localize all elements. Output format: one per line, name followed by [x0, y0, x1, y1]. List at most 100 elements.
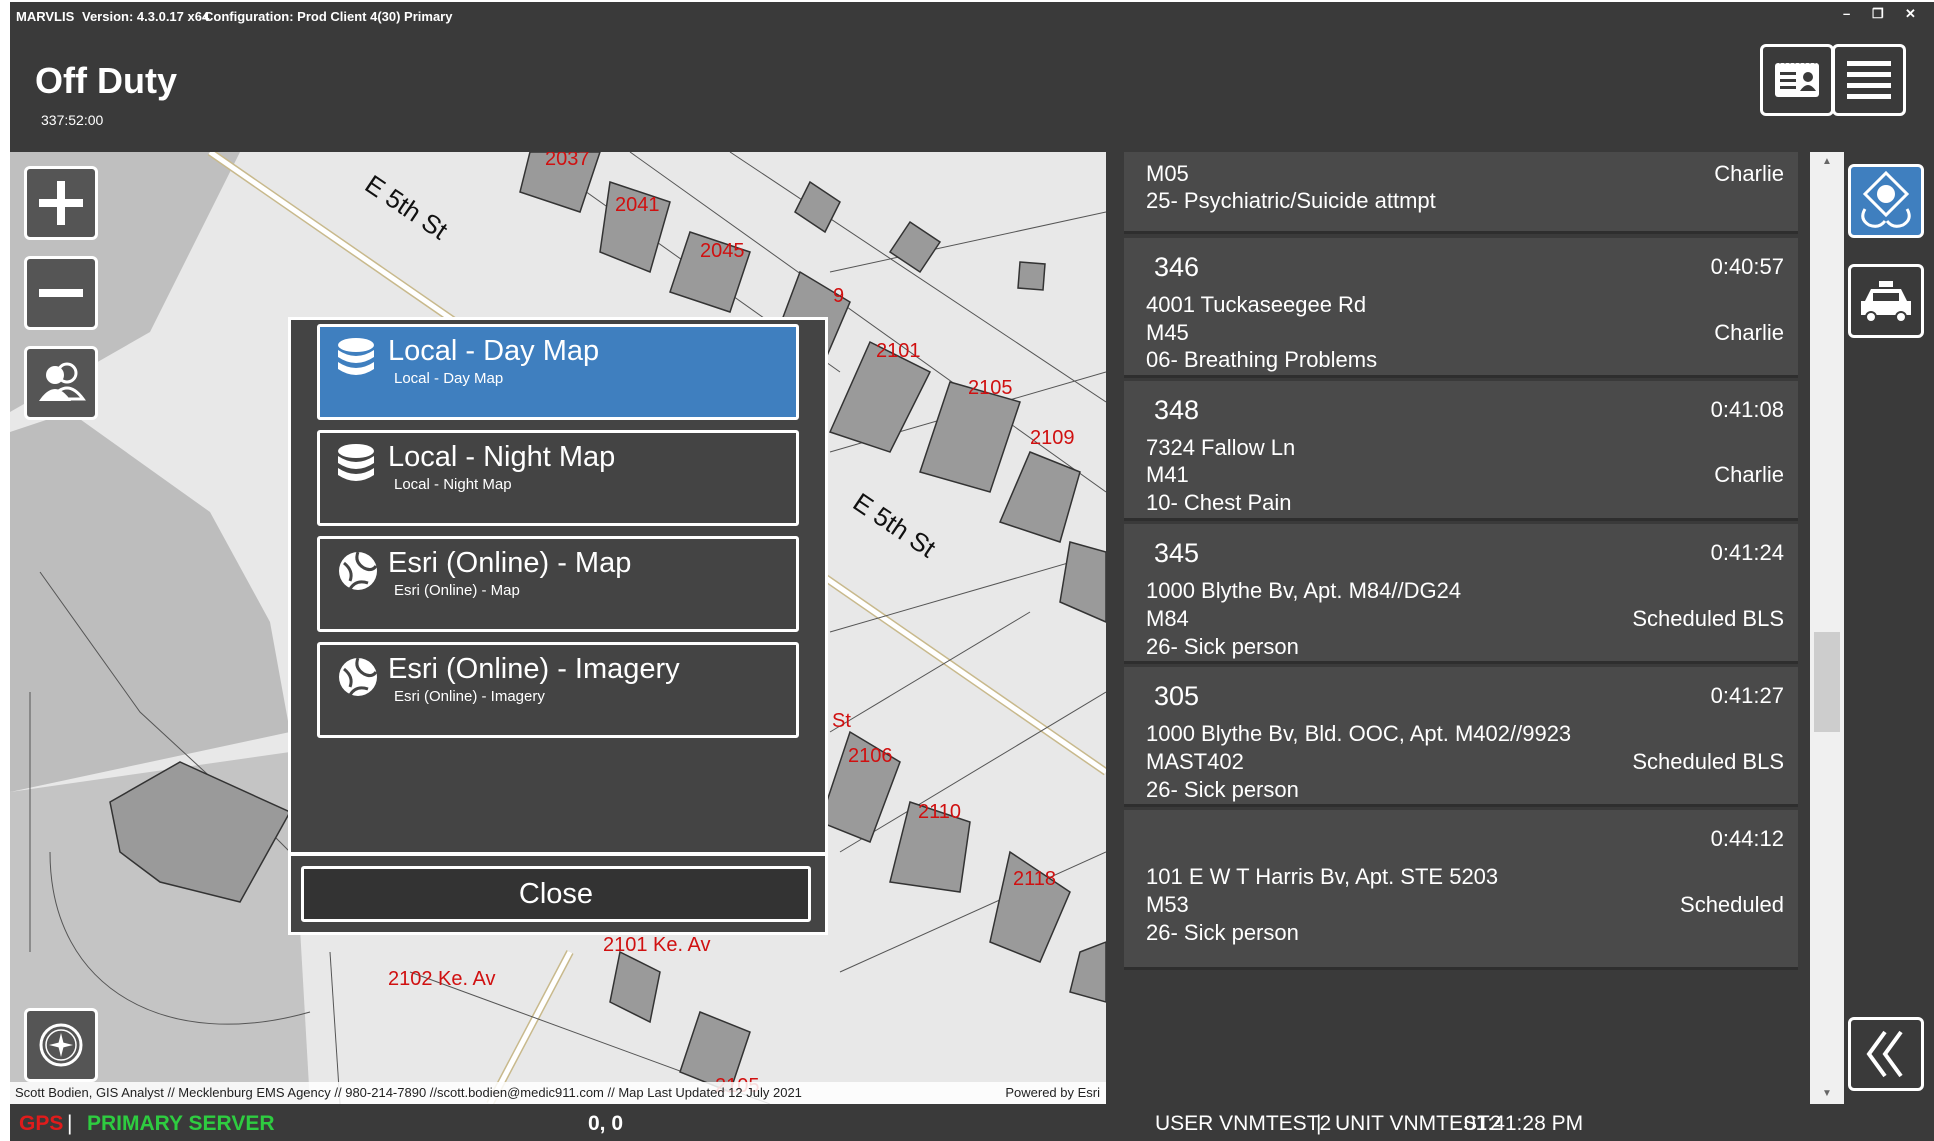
- incident-shift: Scheduled: [1680, 892, 1784, 917]
- incident-nature: 10- Chest Pain: [1146, 490, 1292, 515]
- incident-nature: 06- Breathing Problems: [1146, 347, 1378, 372]
- incident-elapsed: 0:41:08: [1710, 397, 1784, 422]
- incident-number: 348: [1154, 395, 1200, 425]
- incident-shift: Scheduled BLS: [1632, 749, 1784, 774]
- basemap-option-esri-map[interactable]: Esri (Online) - Map Esri (Online) - Map: [317, 536, 799, 632]
- basemap-option-local-day[interactable]: Local - Day Map Local - Day Map: [317, 324, 799, 420]
- collapse-panel-button[interactable]: [1848, 1017, 1924, 1091]
- plus-icon: [39, 181, 83, 225]
- incident-card[interactable]: M05 Charlie 25- Psychiatric/Suicide attm…: [1124, 152, 1798, 234]
- scroll-up-icon[interactable]: ▲: [1818, 156, 1836, 168]
- parcel-label: 2118: [1013, 868, 1057, 890]
- app-configuration: Configuration: Prod Client 4(30) Primary: [204, 9, 453, 24]
- compass-icon: [39, 1023, 83, 1067]
- header: Off Duty 337:52:00: [10, 28, 1934, 152]
- basemap-option-esri-imagery[interactable]: Esri (Online) - Imagery Esri (Online) - …: [317, 642, 799, 738]
- incident-address: 1000 Blythe Bv, Apt. M84//DG24: [1146, 578, 1462, 603]
- option-title: Local - Day Map: [388, 335, 600, 367]
- double-chevron-left-icon: [1866, 1030, 1903, 1078]
- scroll-down-icon[interactable]: ▼: [1818, 1088, 1836, 1100]
- incident-address: 101 E W T Harris Bv, Apt. STE 5203: [1146, 864, 1499, 889]
- unit-status-title[interactable]: Off Duty: [35, 60, 177, 102]
- incident-number: 305: [1154, 681, 1200, 711]
- option-subtitle: Local - Night Map: [394, 476, 512, 493]
- close-button[interactable]: Close: [301, 866, 811, 922]
- contact-card-button[interactable]: [1760, 44, 1834, 116]
- incident-shift: Scheduled BLS: [1632, 606, 1784, 631]
- parcel-label: 2045: [700, 240, 745, 262]
- parcel-label: 2102 Ke. Av: [388, 968, 496, 990]
- option-subtitle: Esri (Online) - Map: [394, 582, 520, 599]
- incident-list-scrollbar[interactable]: ▲ ▼: [1810, 152, 1844, 1104]
- parcel-label: 2105: [968, 377, 1013, 399]
- basemap-option-local-night[interactable]: Local - Night Map Local - Night Map: [317, 430, 799, 526]
- app-version: Version: 4.3.0.17 x64: [82, 9, 210, 24]
- people-icon: [39, 362, 86, 401]
- incident-shift: Charlie: [1714, 161, 1784, 186]
- incident-unit: M84: [1146, 606, 1189, 631]
- option-title: Local - Night Map: [388, 441, 616, 473]
- incident-elapsed: 0:41:27: [1710, 683, 1784, 708]
- incident-unit: M05: [1146, 161, 1189, 186]
- incident-card[interactable]: 348 0:41:08 7324 Fallow Ln M41 Charlie 1…: [1124, 381, 1798, 521]
- siren-icon: [1861, 170, 1911, 228]
- incident-elapsed: 0:41:24: [1710, 540, 1784, 565]
- incident-address: 1000 Blythe Bv, Bld. OOC, Apt. M402//992…: [1146, 721, 1572, 746]
- incident-unit: M45: [1146, 320, 1189, 345]
- incident-elapsed: 0:44:12: [1710, 826, 1784, 851]
- incident-number: 345: [1154, 538, 1200, 568]
- parcel-label: 2101: [876, 340, 921, 362]
- window-close-button[interactable]: ✕: [1905, 6, 1916, 22]
- incident-address: 4001 Tuckaseegee Rd: [1146, 292, 1367, 317]
- user-label: USER VNMTEST2: [1155, 1112, 1332, 1135]
- gps-coordinates: 0, 0: [588, 1112, 624, 1135]
- incident-card[interactable]: 346 0:40:57 4001 Tuckaseegee Rd M45 Char…: [1124, 238, 1798, 378]
- gps-indicator: GPS: [19, 1112, 64, 1135]
- vehicles-panel-button[interactable]: [1848, 264, 1924, 338]
- zoom-out-button[interactable]: [24, 256, 98, 330]
- incident-list[interactable]: M05 Charlie 25- Psychiatric/Suicide attm…: [1118, 152, 1798, 1104]
- scroll-thumb[interactable]: [1814, 632, 1840, 732]
- app-window: MARVLIS Version: 4.3.0.17 x64 Configurat…: [10, 2, 1934, 1141]
- powered-by-esri[interactable]: Powered by Esri: [1005, 1085, 1100, 1100]
- parcel-label: 2101 Ke. Av: [603, 934, 711, 956]
- dialog-divider: [291, 852, 825, 856]
- parcel-label: 2109: [1030, 427, 1075, 449]
- parcel-label: 2037: [545, 152, 590, 170]
- database-icon: [338, 338, 374, 375]
- hamburger-menu-icon: [1847, 61, 1891, 99]
- restore-button[interactable]: ❐: [1872, 6, 1884, 22]
- app-name: MARVLIS: [16, 9, 75, 24]
- option-subtitle: Local - Day Map: [394, 370, 504, 387]
- incident-unit: M41: [1146, 462, 1189, 487]
- option-subtitle: Esri (Online) - Imagery: [394, 688, 545, 705]
- compass-button[interactable]: [24, 1008, 98, 1082]
- globe-icon: [339, 657, 378, 696]
- main-menu-button[interactable]: [1832, 44, 1906, 116]
- incident-card[interactable]: 305 0:41:27 1000 Blythe Bv, Bld. OOC, Ap…: [1124, 667, 1798, 807]
- status-separator: |: [67, 1112, 73, 1135]
- minimize-button[interactable]: –: [1843, 6, 1850, 21]
- incident-card[interactable]: 345 0:41:24 1000 Blythe Bv, Apt. M84//DG…: [1124, 524, 1798, 664]
- incident-address: 7324 Fallow Ln: [1146, 435, 1296, 460]
- zoom-in-button[interactable]: [24, 166, 98, 240]
- units-layer-button[interactable]: [24, 346, 98, 420]
- incident-elapsed: 0:40:57: [1710, 254, 1784, 279]
- incidents-panel-button[interactable]: [1848, 164, 1924, 238]
- title-bar: MARVLIS Version: 4.3.0.17 x64 Configurat…: [10, 2, 1934, 28]
- street-label: St: [832, 710, 851, 732]
- parcel-label: 2041: [615, 194, 660, 216]
- option-title: Esri (Online) - Imagery: [388, 653, 680, 685]
- status-timer: 337:52:00: [41, 112, 104, 128]
- option-title: Esri (Online) - Map: [388, 547, 632, 579]
- incident-nature: 25- Psychiatric/Suicide attmpt: [1146, 188, 1436, 213]
- incident-nature: 26- Sick person: [1146, 777, 1299, 802]
- minus-icon: [39, 289, 83, 297]
- basemap-dialog: Local - Day Map Local - Day Map Local - …: [288, 317, 828, 935]
- clock: 01:41:28 PM: [1464, 1112, 1584, 1135]
- incident-shift: Charlie: [1714, 320, 1784, 345]
- incident-card[interactable]: 0:44:12 101 E W T Harris Bv, Apt. STE 52…: [1124, 810, 1798, 970]
- incident-number: 346: [1154, 252, 1200, 282]
- attribution-credit: Scott Bodien, GIS Analyst // Mecklenburg…: [15, 1085, 802, 1100]
- server-indicator: PRIMARY SERVER: [87, 1112, 275, 1135]
